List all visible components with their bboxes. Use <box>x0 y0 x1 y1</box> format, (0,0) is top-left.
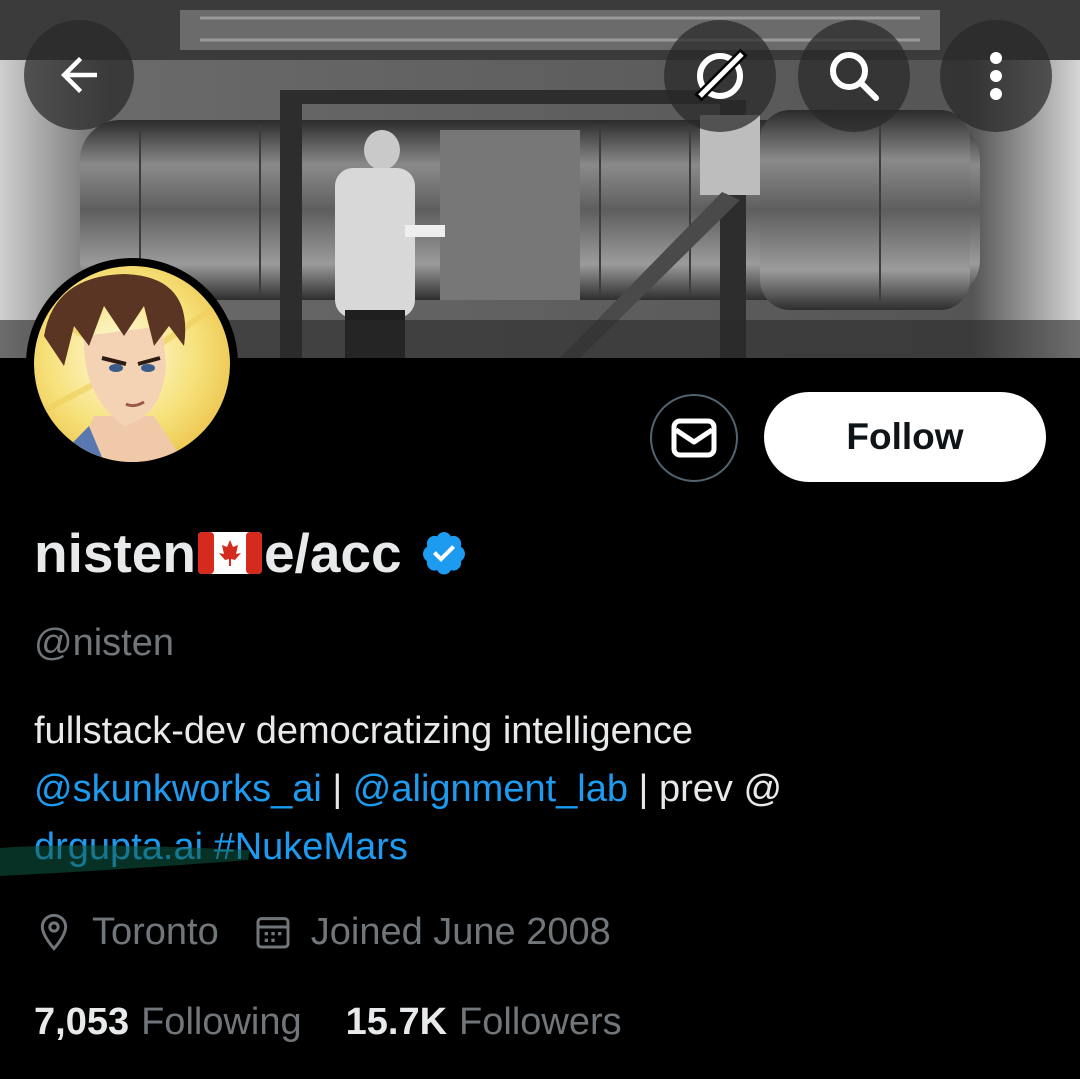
search-icon <box>830 52 879 101</box>
calendar-icon <box>256 917 290 949</box>
profile-meta: Toronto Joined June 2008 <box>34 906 611 958</box>
display-name-prefix: nisten <box>34 522 196 584</box>
bio-separator-1: | <box>321 768 353 810</box>
verified-badge-icon <box>422 532 465 575</box>
more-button[interactable] <box>940 20 1052 132</box>
bio-line-2: @skunkworks_ai | @alignment_lab | prev @ <box>34 760 1034 818</box>
mention-alignment-lab[interactable]: @alignment_lab <box>353 768 628 810</box>
following-count: 7,053 <box>34 1000 130 1043</box>
back-button[interactable] <box>24 20 134 130</box>
canada-flag-icon <box>197 532 262 574</box>
followers-link[interactable]: 15.7K Followers <box>346 1001 622 1044</box>
message-button[interactable] <box>650 394 738 482</box>
more-vertical-icon <box>990 52 1002 100</box>
bio-link-drgupta[interactable]: drgupta.ai <box>34 826 203 868</box>
grok-icon <box>694 48 748 102</box>
display-name: nisten e/acc <box>34 520 468 586</box>
join-date-text: Joined June 2008 <box>310 910 611 953</box>
location-pin-icon <box>40 913 68 951</box>
mention-skunkworks[interactable]: @skunkworks_ai <box>34 768 322 810</box>
hashtag-nukemars[interactable]: #NukeMars <box>214 826 408 868</box>
avatar-image <box>34 266 230 462</box>
grok-button[interactable] <box>664 20 776 132</box>
location: Toronto <box>34 911 219 954</box>
display-name-suffix: e/acc <box>263 522 402 584</box>
profile-handle: @nisten <box>34 622 174 664</box>
profile-avatar[interactable] <box>26 258 238 470</box>
bio-separator-2: | prev @ <box>627 768 783 810</box>
mail-icon <box>671 418 717 458</box>
followers-count: 15.7K <box>345 1000 448 1043</box>
following-label: Following <box>141 1000 302 1043</box>
bio-line-3: drgupta.ai #NukeMars <box>34 818 1034 876</box>
profile-bio: fullstack-dev democratizing intelligence… <box>34 702 1034 876</box>
follow-button[interactable]: Follow <box>764 392 1046 482</box>
join-date: Joined June 2008 <box>253 911 611 954</box>
bio-line-1: fullstack-dev democratizing intelligence <box>34 710 693 752</box>
location-text: Toronto <box>92 910 219 953</box>
arrow-left-icon <box>61 57 97 93</box>
search-button[interactable] <box>798 20 910 132</box>
followers-label: Followers <box>459 1000 622 1043</box>
profile-stats: 7,053 Following 15.7K Followers <box>34 996 622 1048</box>
following-link[interactable]: 7,053 Following <box>34 1001 302 1044</box>
